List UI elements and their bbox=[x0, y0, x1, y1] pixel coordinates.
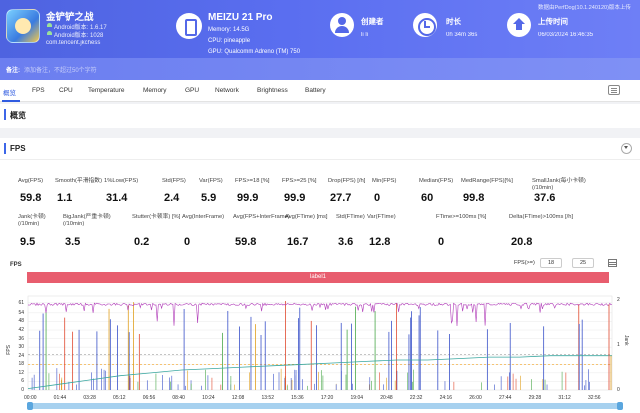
x-tick-label: 08:40 bbox=[172, 395, 185, 401]
y2-tick-label: 1 bbox=[617, 342, 620, 348]
scroll-handle-right[interactable] bbox=[617, 402, 623, 410]
x-tick-label: 10:24 bbox=[202, 395, 215, 401]
y-tick-label: 18 bbox=[18, 361, 24, 368]
x-tick-label: 03:28 bbox=[83, 395, 96, 401]
x-tick-label: 17:20 bbox=[320, 395, 334, 401]
x-tick-label: 20:48 bbox=[380, 395, 393, 401]
x-tick-label: 00:00 bbox=[24, 395, 37, 401]
y-tick-label: 0 bbox=[21, 387, 24, 393]
x-tick-label: 06:56 bbox=[142, 395, 156, 401]
y-tick-label: 6 bbox=[21, 378, 24, 385]
y-tick-label: 54 bbox=[18, 309, 24, 316]
scroll-thumb[interactable] bbox=[30, 403, 620, 409]
x-tick-label: 05:12 bbox=[113, 395, 126, 401]
time-scrollbar[interactable] bbox=[27, 402, 623, 410]
x-tick-label: 19:04 bbox=[350, 395, 364, 401]
y-tick-label: 12 bbox=[18, 369, 24, 376]
x-tick-label: 26:00 bbox=[469, 395, 482, 401]
fps-chart bbox=[27, 295, 613, 391]
y2-tick-label: 0 bbox=[617, 387, 620, 393]
y-tick-label: 48 bbox=[18, 318, 24, 325]
x-tick-label: 29:28 bbox=[528, 395, 542, 401]
y-tick-label: 30 bbox=[18, 344, 24, 351]
x-tick-label: 31:12 bbox=[558, 395, 571, 401]
x-tick-label: 15:36 bbox=[291, 395, 304, 401]
x-tick-label: 24:16 bbox=[439, 395, 453, 401]
x-tick-label: 22:32 bbox=[409, 395, 423, 401]
x-tick-label: 01:44 bbox=[53, 395, 67, 401]
y-tick-label: 42 bbox=[18, 327, 24, 333]
plot-area bbox=[27, 295, 613, 391]
y-tick-label: 36 bbox=[18, 335, 24, 342]
x-tick-label: 27:44 bbox=[498, 395, 512, 401]
x-tick-label: 32:56 bbox=[588, 395, 601, 401]
y-tick-label: 61 bbox=[18, 299, 24, 306]
scroll-handle-left[interactable] bbox=[27, 402, 33, 410]
y-tick-label: 24 bbox=[18, 352, 24, 359]
y2-tick-label: 2 bbox=[617, 297, 620, 303]
x-tick-label: 13:52 bbox=[261, 395, 274, 401]
x-tick-label: 12:08 bbox=[231, 395, 245, 401]
